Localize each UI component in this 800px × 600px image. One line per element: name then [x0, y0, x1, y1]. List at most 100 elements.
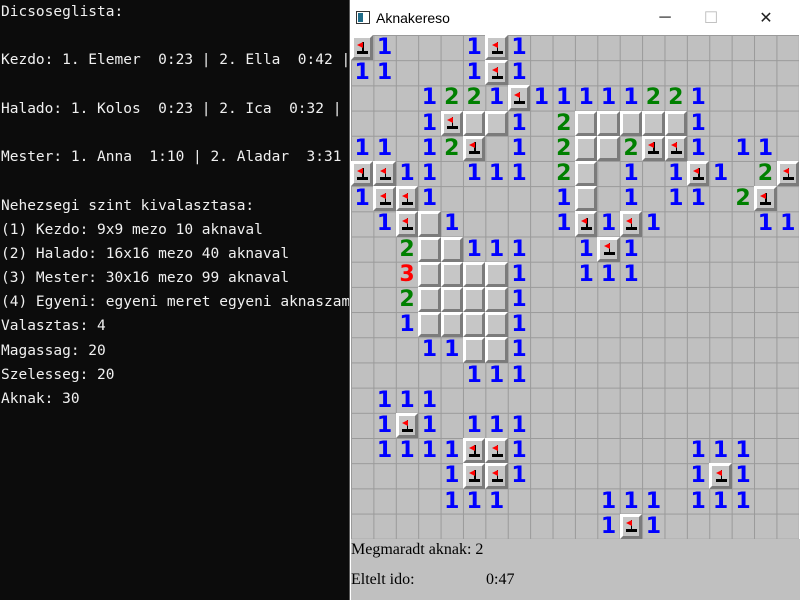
flagged-cell[interactable] — [709, 463, 732, 489]
number-cell[interactable]: 1 — [351, 60, 373, 85]
covered-cell[interactable] — [485, 312, 508, 338]
covered-cell[interactable] — [463, 337, 486, 363]
number-cell[interactable]: 1 — [508, 60, 530, 85]
number-cell[interactable]: 1 — [620, 161, 642, 186]
number-cell[interactable]: 1 — [508, 262, 530, 287]
number-cell[interactable]: 2 — [441, 136, 463, 161]
number-cell[interactable]: 1 — [553, 85, 575, 110]
number-cell[interactable]: 1 — [508, 161, 530, 186]
number-cell[interactable]: 1 — [508, 363, 530, 388]
number-cell[interactable]: 1 — [687, 85, 709, 110]
number-cell[interactable]: 1 — [597, 514, 619, 539]
number-cell[interactable]: 2 — [553, 111, 575, 136]
number-cell[interactable]: 1 — [754, 136, 776, 161]
flagged-cell[interactable] — [754, 186, 777, 212]
number-cell[interactable]: 1 — [732, 136, 754, 161]
maximize-button[interactable]: ☐ — [688, 0, 734, 35]
flagged-cell[interactable] — [485, 463, 508, 489]
covered-cell[interactable] — [463, 110, 486, 136]
number-cell[interactable]: 1 — [687, 186, 709, 211]
covered-cell[interactable] — [418, 211, 441, 237]
covered-cell[interactable] — [463, 287, 486, 313]
flagged-cell[interactable] — [351, 161, 374, 187]
close-button[interactable]: ✕ — [743, 0, 789, 35]
number-cell[interactable]: 1 — [575, 237, 597, 262]
number-cell[interactable]: 1 — [463, 35, 485, 60]
number-cell[interactable]: 1 — [485, 489, 507, 514]
covered-cell[interactable] — [440, 287, 463, 313]
number-cell[interactable]: 1 — [597, 211, 619, 236]
number-cell[interactable]: 1 — [709, 438, 731, 463]
number-cell[interactable]: 1 — [373, 438, 395, 463]
flagged-cell[interactable] — [395, 413, 419, 439]
number-cell[interactable]: 1 — [642, 211, 664, 236]
number-cell[interactable]: 1 — [396, 161, 418, 186]
flagged-cell[interactable] — [507, 85, 531, 111]
covered-cell[interactable] — [440, 312, 463, 338]
number-cell[interactable]: 1 — [597, 85, 619, 110]
covered-cell[interactable] — [619, 110, 643, 136]
number-cell[interactable]: 2 — [396, 237, 418, 262]
number-cell[interactable]: 1 — [373, 136, 395, 161]
flagged-cell[interactable] — [664, 135, 687, 161]
number-cell[interactable]: 1 — [463, 413, 485, 438]
number-cell[interactable]: 1 — [418, 438, 440, 463]
number-cell[interactable]: 1 — [508, 413, 530, 438]
number-cell[interactable]: 1 — [441, 438, 463, 463]
number-cell[interactable]: 1 — [620, 489, 642, 514]
covered-cell[interactable] — [463, 261, 486, 287]
covered-cell[interactable] — [485, 337, 508, 363]
number-cell[interactable]: 1 — [508, 312, 530, 337]
covered-cell[interactable] — [418, 236, 441, 262]
number-cell[interactable]: 1 — [508, 237, 530, 262]
number-cell[interactable]: 1 — [396, 312, 418, 337]
number-cell[interactable]: 1 — [373, 35, 395, 60]
number-cell[interactable]: 1 — [441, 489, 463, 514]
covered-cell[interactable] — [418, 312, 441, 338]
number-cell[interactable]: 1 — [418, 85, 440, 110]
number-cell[interactable]: 1 — [575, 85, 597, 110]
covered-cell[interactable] — [485, 110, 508, 136]
number-cell[interactable]: 1 — [418, 337, 440, 362]
flagged-cell[interactable] — [687, 161, 710, 187]
number-cell[interactable]: 1 — [620, 237, 642, 262]
number-cell[interactable]: 1 — [642, 489, 664, 514]
number-cell[interactable]: 1 — [441, 211, 463, 236]
number-cell[interactable]: 1 — [418, 161, 440, 186]
flagged-cell[interactable] — [619, 513, 643, 539]
number-cell[interactable]: 1 — [620, 186, 642, 211]
covered-cell[interactable] — [575, 135, 598, 161]
covered-cell[interactable] — [642, 110, 665, 136]
number-cell[interactable]: 1 — [508, 337, 530, 362]
flagged-cell[interactable] — [485, 60, 508, 86]
number-cell[interactable]: 1 — [687, 463, 709, 488]
covered-cell[interactable] — [485, 287, 508, 313]
flagged-cell[interactable] — [440, 110, 463, 136]
flagged-cell[interactable] — [395, 186, 419, 212]
number-cell[interactable]: 1 — [485, 237, 507, 262]
covered-cell[interactable] — [418, 261, 441, 287]
number-cell[interactable]: 1 — [441, 463, 463, 488]
number-cell[interactable]: 1 — [485, 413, 507, 438]
number-cell[interactable]: 1 — [351, 186, 373, 211]
number-cell[interactable]: 1 — [732, 438, 754, 463]
number-cell[interactable]: 1 — [530, 85, 552, 110]
minimize-button[interactable]: ─ — [642, 0, 688, 35]
number-cell[interactable]: 1 — [508, 111, 530, 136]
number-cell[interactable]: 1 — [709, 489, 731, 514]
number-cell[interactable]: 2 — [754, 161, 776, 186]
number-cell[interactable]: 1 — [373, 388, 395, 413]
number-cell[interactable]: 1 — [508, 438, 530, 463]
covered-cell[interactable] — [575, 161, 598, 187]
number-cell[interactable]: 1 — [485, 161, 507, 186]
number-cell[interactable]: 1 — [709, 161, 731, 186]
flagged-cell[interactable] — [776, 161, 799, 187]
number-cell[interactable]: 1 — [687, 489, 709, 514]
number-cell[interactable]: 2 — [463, 85, 485, 110]
flagged-cell[interactable] — [575, 211, 598, 237]
number-cell[interactable]: 1 — [418, 388, 440, 413]
covered-cell[interactable] — [664, 110, 687, 136]
flagged-cell[interactable] — [373, 161, 396, 187]
number-cell[interactable]: 2 — [732, 186, 754, 211]
number-cell[interactable]: 2 — [620, 136, 642, 161]
